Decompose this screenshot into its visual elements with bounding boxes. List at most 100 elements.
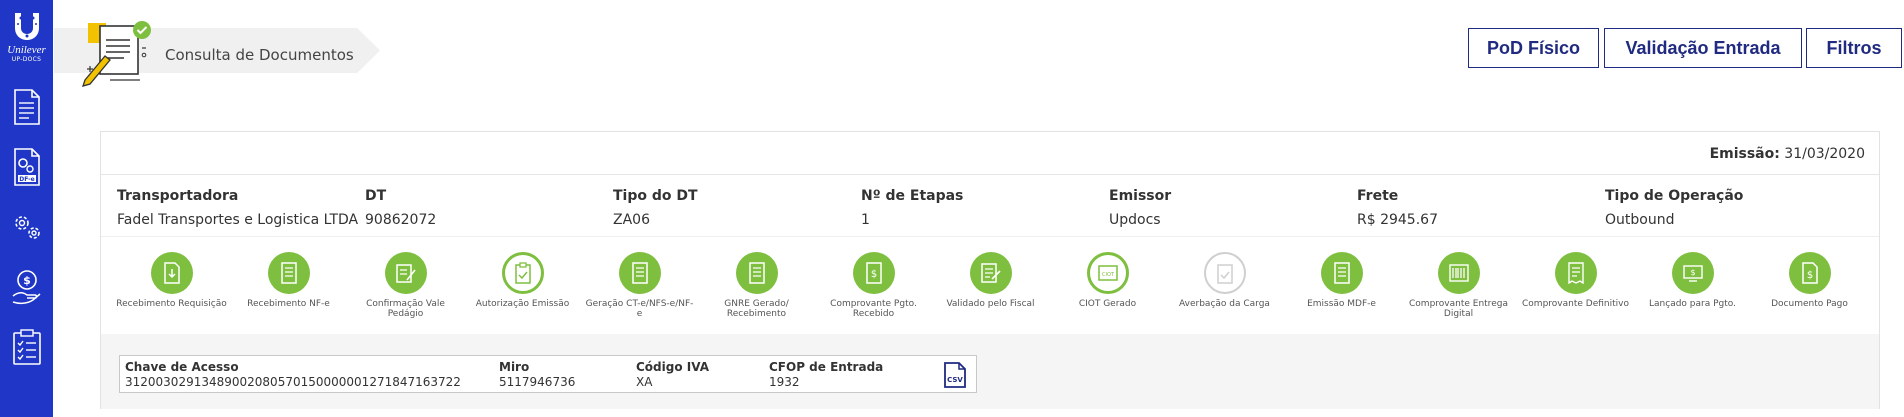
info-value: Outbound	[1605, 212, 1675, 228]
payment-screen-icon: $	[1671, 252, 1714, 294]
money-document-icon: $	[1788, 252, 1831, 294]
step-gnre-gerado[interactable]: GNRE Gerado/ Recebimento	[698, 252, 815, 319]
sidebar: Unilever UP-DOCS DF-e $	[0, 0, 53, 417]
step-lancado-pgto[interactable]: $ Lançado para Pgto.	[1634, 252, 1751, 319]
info-label: Tipo de Operação	[1605, 188, 1744, 204]
info-etapas: Nº de Etapas 1	[861, 188, 1109, 228]
step-label: Documento Pago	[1771, 299, 1848, 309]
step-averbacao-carga[interactable]: Averbação da Carga	[1166, 252, 1283, 319]
document-lines-icon	[267, 252, 310, 294]
barcode-icon	[1437, 252, 1480, 294]
unilever-u-icon	[14, 13, 39, 40]
step-geracao-cte[interactable]: Geração CT-e/NFS-e/NF-e	[581, 252, 698, 319]
miro-label: Miro	[499, 360, 530, 374]
step-label: Recebimento NF-e	[247, 299, 330, 309]
step-validado-fiscal[interactable]: Validado pelo Fiscal	[932, 252, 1049, 319]
gears-icon	[14, 216, 40, 239]
step-label: Lançado para Pgto.	[1649, 299, 1736, 309]
step-label: GNRE Gerado/ Recebimento	[724, 299, 789, 319]
info-value: ZA06	[613, 212, 650, 228]
step-confirmacao-vale-pedagio[interactable]: Confirmação Vale Pedágio	[347, 252, 464, 319]
document-lines-icon	[735, 252, 778, 294]
document-lines-icon	[618, 252, 661, 294]
step-label: Autorização Emissão	[475, 299, 570, 309]
ciot-document-icon: CIOT	[1086, 252, 1129, 294]
miro-value: 5117946736	[499, 375, 576, 389]
cfop-value: 1932	[769, 375, 800, 389]
iva-value: XA	[636, 375, 653, 389]
svg-text:$: $	[1806, 270, 1812, 281]
logo-sub: UP-DOCS	[11, 56, 42, 63]
chave-acesso: Chave de Acesso 312003029134890020805701…	[125, 360, 461, 389]
filtros-button[interactable]: Filtros	[1806, 28, 1902, 68]
codigo-iva: Código IVA XA	[636, 360, 709, 389]
step-label: Comprovante Pgto. Recebido	[830, 299, 917, 319]
gear-document-icon: DF-e	[13, 148, 40, 186]
svg-text:$: $	[1690, 268, 1695, 277]
document-edit-icon	[81, 21, 151, 87]
info-value: R$ 2945.67	[1357, 212, 1438, 228]
info-label: Frete	[1357, 188, 1399, 204]
sidebar-item-documents[interactable]	[0, 77, 53, 137]
info-value: 90862072	[365, 212, 437, 228]
step-emissao-mdfe[interactable]: Emissão MDF-e	[1283, 252, 1400, 319]
csv-download-icon[interactable]: CSV	[943, 362, 967, 388]
emissao-value: 31/03/2020	[1784, 146, 1865, 162]
info-label: DT	[365, 188, 387, 204]
step-recebimento-nfe[interactable]: Recebimento NF-e	[230, 252, 347, 319]
pod-fisico-button[interactable]: PoD Físico	[1468, 28, 1599, 68]
svg-text:$: $	[23, 274, 31, 287]
info-frete: Frete R$ 2945.67	[1357, 188, 1605, 228]
step-label: Comprovante Entrega Digital	[1409, 299, 1508, 319]
svg-text:CIOT: CIOT	[1102, 272, 1115, 278]
document-sign-icon	[384, 252, 427, 294]
miro: Miro 5117946736	[499, 360, 575, 389]
info-transportadora: Transportadora Fadel Transportes e Logis…	[117, 188, 365, 228]
sidebar-item-checklist[interactable]	[0, 317, 53, 377]
receipt-icon	[1554, 252, 1597, 294]
df-e-badge: DF-e	[19, 176, 34, 183]
document-lines-icon	[1320, 252, 1363, 294]
step-label: Validado pelo Fiscal	[946, 299, 1035, 309]
step-label: Geração CT-e/NFS-e/NF-e	[585, 299, 694, 319]
step-label: Confirmação Vale Pedágio	[366, 299, 445, 319]
step-recebimento-requisicao[interactable]: Recebimento Requisição	[113, 252, 230, 319]
page-title: Consulta de Documentos	[165, 46, 354, 64]
step-comprovante-definitivo[interactable]: Comprovante Definitivo	[1517, 252, 1634, 319]
csv-label: CSV	[947, 376, 963, 384]
clipboard-check-icon	[501, 252, 544, 294]
access-key-box: Chave de Acesso 312003029134890020805701…	[119, 355, 977, 393]
step-autorizacao-emissao[interactable]: Autorização Emissão	[464, 252, 581, 319]
sidebar-item-payments[interactable]: $	[0, 257, 53, 317]
unilever-logo[interactable]: Unilever UP-DOCS	[0, 10, 53, 63]
step-label: Averbação da Carga	[1179, 299, 1270, 309]
emissao-label: Emissão:	[1709, 146, 1780, 162]
sidebar-item-settings[interactable]	[0, 197, 53, 257]
info-dt: DT 90862072	[365, 188, 613, 228]
info-tipo-operacao: Tipo de Operação Outbound	[1605, 188, 1853, 228]
validacao-entrada-button[interactable]: Validação Entrada	[1604, 28, 1802, 68]
step-comprovante-pgto[interactable]: $ Comprovante Pgto. Recebido	[815, 252, 932, 319]
access-key-section: Chave de Acesso 312003029134890020805701…	[101, 334, 1879, 409]
step-comprovante-entrega-digital[interactable]: Comprovante Entrega Digital	[1400, 252, 1517, 319]
step-label: Recebimento Requisição	[116, 299, 227, 309]
document-info-row: Transportadora Fadel Transportes e Logis…	[117, 188, 1853, 228]
info-label: Transportadora	[117, 188, 239, 204]
step-label: CIOT Gerado	[1078, 299, 1137, 309]
cfop-entrada: CFOP de Entrada 1932	[769, 360, 883, 389]
document-card: Emissão: 31/03/2020 Transportadora Fadel…	[100, 131, 1880, 409]
info-value: Updocs	[1109, 212, 1161, 228]
step-documento-pago[interactable]: $ Documento Pago	[1751, 252, 1868, 319]
step-ciot-gerado[interactable]: CIOT CIOT Gerado	[1049, 252, 1166, 319]
hand-money-icon: $	[12, 270, 40, 305]
money-document-icon: $	[852, 252, 895, 294]
divider	[101, 174, 1879, 175]
download-document-icon	[150, 252, 193, 294]
divider	[101, 236, 1879, 237]
info-tipo-dt: Tipo do DT ZA06	[613, 188, 861, 228]
clipboard-check-icon	[1203, 252, 1246, 294]
info-label: Nº de Etapas	[861, 188, 964, 204]
document-edit-icon	[969, 252, 1012, 294]
chave-value: 3120030291348900208057015000000127184716…	[125, 375, 461, 389]
sidebar-item-df-e[interactable]: DF-e	[0, 137, 53, 197]
